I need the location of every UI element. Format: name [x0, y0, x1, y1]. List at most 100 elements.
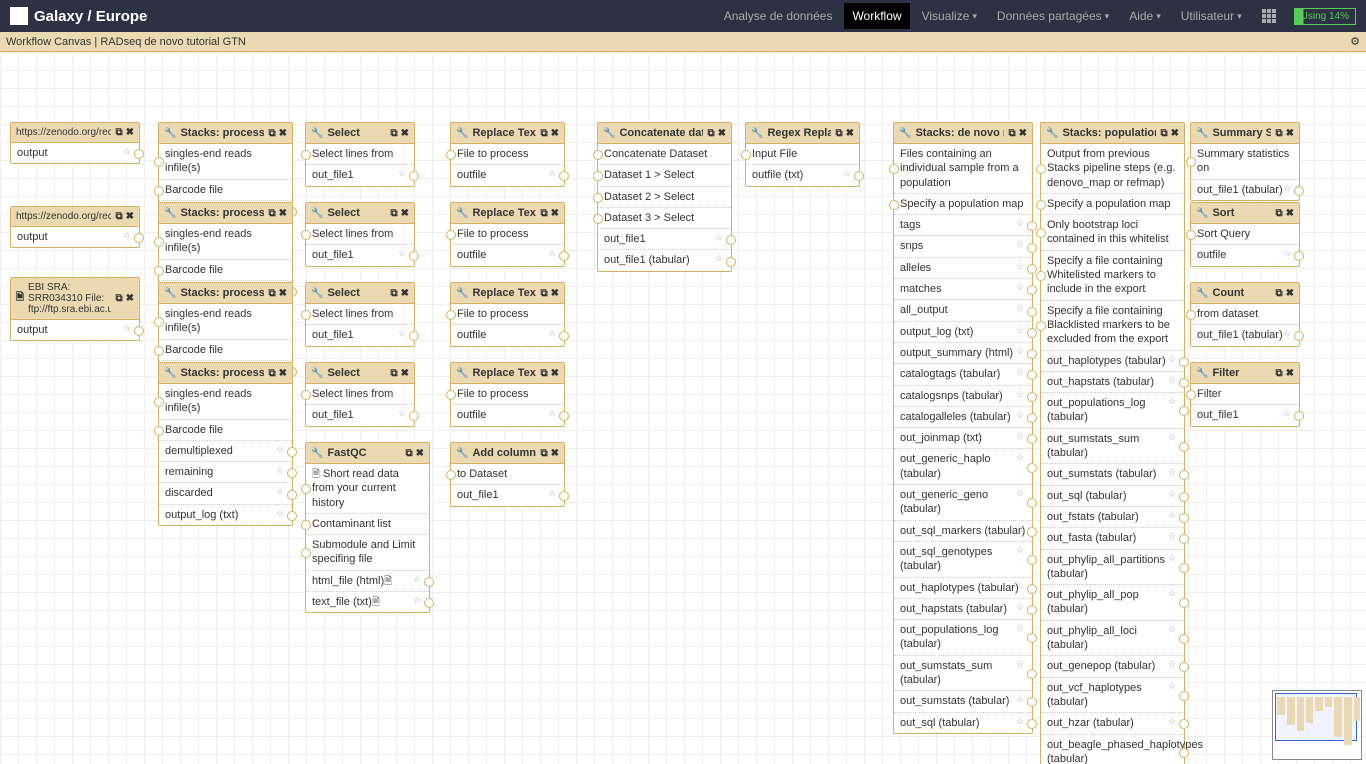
star-icon[interactable]: ☆ [1016, 545, 1024, 557]
close-icon[interactable]: ✖ [718, 128, 726, 139]
node-input[interactable]: Submodule and Limit specifing file [306, 535, 429, 571]
star-icon[interactable]: ☆ [715, 253, 723, 265]
node-input[interactable]: File to process [451, 304, 564, 325]
node-output[interactable]: out_file1 (tabular)☆ [598, 250, 731, 270]
star-icon[interactable]: ☆ [1016, 623, 1024, 635]
star-icon[interactable]: ☆ [1168, 489, 1176, 501]
workflow-node[interactable]: 🔧Select⧉✖Select lines fromout_file1☆ [305, 282, 415, 347]
node-output[interactable]: outfile☆ [451, 245, 564, 265]
node-output[interactable]: out_vcf_haplotypes (tabular)☆ [1041, 678, 1184, 714]
node-input[interactable]: to Dataset [451, 464, 564, 485]
node-input[interactable]: singles-end reads infile(s) [159, 384, 292, 420]
star-icon[interactable]: ☆ [1016, 716, 1024, 728]
node-input[interactable]: Dataset 2 > Select [598, 187, 731, 208]
node-output[interactable]: out_file1☆ [306, 325, 414, 345]
clone-icon[interactable]: ⧉ [115, 127, 122, 138]
workflow-node[interactable]: 🔧Replace Text⧉✖File to processoutfile☆ [450, 282, 565, 347]
node-title-bar[interactable]: 🔧FastQC⧉✖ [306, 443, 429, 464]
workflow-node[interactable]: 🔧Stacks: process radtags⧉✖singles-end re… [158, 362, 293, 526]
node-output[interactable]: out_hzar (tabular)☆ [1041, 713, 1184, 734]
node-output[interactable]: out_sumstats (tabular)☆ [894, 691, 1032, 712]
node-output[interactable]: matches☆ [894, 279, 1032, 300]
star-icon[interactable]: ☆ [1016, 488, 1024, 500]
node-input[interactable]: Barcode file [159, 260, 292, 281]
clone-icon[interactable]: ⧉ [835, 128, 842, 139]
node-output[interactable]: out_populations_log (tabular)☆ [1041, 393, 1184, 429]
clone-icon[interactable]: ⧉ [1275, 368, 1282, 379]
star-icon[interactable]: ☆ [1016, 694, 1024, 706]
node-output[interactable]: outfile☆ [451, 325, 564, 345]
node-output[interactable]: tags☆ [894, 215, 1032, 236]
clone-icon[interactable]: ⧉ [1008, 128, 1015, 139]
star-icon[interactable]: ☆ [548, 328, 556, 340]
node-title-bar[interactable]: 🔧Stacks: de novo map⧉✖ [894, 123, 1032, 144]
node-title-bar[interactable]: 🔧Replace Text⧉✖ [451, 123, 564, 144]
close-icon[interactable]: ✖ [401, 288, 409, 299]
star-icon[interactable]: ☆ [1283, 328, 1291, 340]
node-input[interactable]: File to process [451, 384, 564, 405]
node-input[interactable]: Filter [1191, 384, 1299, 405]
close-icon[interactable]: ✖ [401, 128, 409, 139]
node-output[interactable]: outfile☆ [1191, 245, 1299, 265]
node-output[interactable]: outfile (txt)☆ [746, 165, 859, 185]
star-icon[interactable]: ☆ [1283, 183, 1291, 195]
node-output[interactable]: out_generic_geno (tabular)☆ [894, 485, 1032, 521]
node-output[interactable]: outfile☆ [451, 165, 564, 185]
star-icon[interactable]: ☆ [1016, 325, 1024, 337]
clone-icon[interactable]: ⧉ [268, 128, 275, 139]
minimap[interactable] [1272, 690, 1362, 760]
close-icon[interactable]: ✖ [279, 368, 287, 379]
close-icon[interactable]: ✖ [401, 368, 409, 379]
star-icon[interactable]: ☆ [1168, 375, 1176, 387]
grid-menu-icon[interactable] [1254, 3, 1284, 29]
close-icon[interactable]: ✖ [279, 128, 287, 139]
workflow-node[interactable]: 🔧Stacks: de novo map⧉✖Files containing a… [893, 122, 1033, 734]
close-icon[interactable]: ✖ [401, 208, 409, 219]
clone-icon[interactable]: ⧉ [268, 368, 275, 379]
star-icon[interactable]: ☆ [1168, 531, 1176, 543]
node-output[interactable]: out_file1☆ [306, 165, 414, 185]
close-icon[interactable]: ✖ [551, 208, 559, 219]
node-output[interactable]: out_file1☆ [451, 485, 564, 505]
node-output[interactable]: html_file (html)🗎☆ [306, 571, 429, 592]
node-output[interactable]: out_phylip_all_pop (tabular)☆ [1041, 585, 1184, 621]
node-output[interactable]: out_sumstats (tabular)☆ [1041, 464, 1184, 485]
node-output[interactable]: out_phylip_all_loci (tabular)☆ [1041, 621, 1184, 657]
close-icon[interactable]: ✖ [846, 128, 854, 139]
node-input[interactable]: Specify a population map [894, 194, 1032, 215]
star-icon[interactable]: ☆ [276, 465, 284, 477]
star-icon[interactable]: ☆ [1283, 408, 1291, 420]
node-input[interactable]: singles-end reads infile(s) [159, 144, 292, 180]
star-icon[interactable]: ☆ [1016, 282, 1024, 294]
clone-icon[interactable]: ⧉ [540, 448, 547, 459]
clone-icon[interactable]: ⧉ [390, 288, 397, 299]
star-icon[interactable]: ☆ [1016, 431, 1024, 443]
node-input[interactable]: singles-end reads infile(s) [159, 224, 292, 260]
star-icon[interactable]: ☆ [123, 230, 131, 242]
workflow-node[interactable]: 🔧Replace Text⧉✖File to processoutfile☆ [450, 202, 565, 267]
star-icon[interactable]: ☆ [398, 328, 406, 340]
node-title-bar[interactable]: 🔧Replace Text⧉✖ [451, 203, 564, 224]
star-icon[interactable]: ☆ [276, 486, 284, 498]
node-input[interactable]: Barcode file [159, 420, 292, 441]
node-output[interactable]: out_populations_log (tabular)☆ [894, 620, 1032, 656]
node-output[interactable]: out_file1 (tabular)☆ [1191, 325, 1299, 345]
close-icon[interactable]: ✖ [1286, 128, 1294, 139]
node-title-bar[interactable]: 🔧Filter⧉✖ [1191, 363, 1299, 384]
workflow-node[interactable]: 🗎EBI SRA: SRR034310 File: ftp://ftp.sra.… [10, 277, 140, 341]
star-icon[interactable]: ☆ [1016, 239, 1024, 251]
nav-utilisateur[interactable]: Utilisateur [1173, 3, 1250, 29]
star-icon[interactable]: ☆ [1168, 624, 1176, 636]
workflow-node[interactable]: 🔧Add column⧉✖to Datasetout_file1☆ [450, 442, 565, 507]
node-title-bar[interactable]: 🔧Count⧉✖ [1191, 283, 1299, 304]
star-icon[interactable]: ☆ [1016, 410, 1024, 422]
node-input[interactable]: File to process [451, 144, 564, 165]
node-input[interactable]: Select lines from [306, 384, 414, 405]
clone-icon[interactable]: ⧉ [390, 208, 397, 219]
node-input[interactable]: Specify a file containing Whitelisted ma… [1041, 251, 1184, 301]
nav-données-partagées[interactable]: Données partagées [989, 3, 1117, 29]
node-output[interactable]: out_haplotypes (tabular)☆ [894, 578, 1032, 599]
node-output[interactable]: outfile☆ [451, 405, 564, 425]
node-input[interactable]: Select lines from [306, 224, 414, 245]
clone-icon[interactable]: ⧉ [1275, 208, 1282, 219]
